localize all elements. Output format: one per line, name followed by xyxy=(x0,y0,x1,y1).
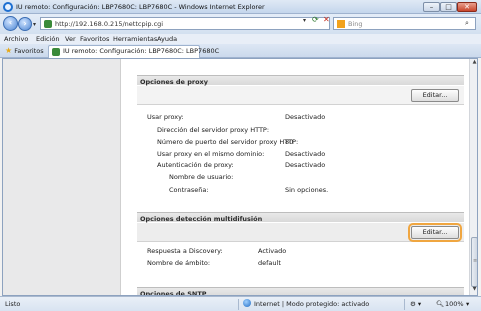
menu-bar: Archivo Edición Ver Favoritos Herramient… xyxy=(0,34,481,44)
menu-herramientas[interactable]: Herramientas xyxy=(113,35,157,43)
search-placeholder[interactable]: Bing xyxy=(348,20,363,28)
proxy-row-label: Dirección del servidor proxy HTTP: xyxy=(157,126,270,134)
search-box[interactable]: Bing ⌕ xyxy=(333,17,476,30)
status-divider xyxy=(238,299,239,310)
ie-logo-icon xyxy=(3,2,13,12)
multicast-row-label: Respuesta a Discovery: xyxy=(147,247,223,255)
status-bar: Listo Internet | Modo protegido: activad… xyxy=(0,296,481,311)
vertical-scrollbar[interactable]: ▲ ≡ ▼ xyxy=(469,59,478,295)
maximize-button[interactable]: □ xyxy=(440,2,457,12)
browser-content: Opciones de proxy Editar... Usar proxy: … xyxy=(2,58,478,296)
minimize-button[interactable]: – xyxy=(423,2,440,12)
multicast-section: Opciones detección multidifusión Editar.… xyxy=(137,212,464,272)
address-dropdown-icon[interactable]: ▾ xyxy=(303,17,306,24)
internet-zone-icon xyxy=(243,299,251,307)
status-divider xyxy=(404,299,405,310)
multicast-section-title: Opciones detección multidifusión xyxy=(137,212,464,223)
zoom-level[interactable]: 100% xyxy=(445,300,464,308)
multicast-edit-button[interactable]: Editar... xyxy=(408,223,462,242)
menu-favoritos[interactable]: Favoritos xyxy=(80,35,109,43)
favorites-label: Favoritos xyxy=(14,47,44,55)
multicast-toolbar: Editar... xyxy=(137,223,464,242)
proxy-row-value: 80 xyxy=(285,138,294,146)
menu-ayuda[interactable]: Ayuda xyxy=(157,35,177,43)
proxy-row-value: Sin opciones. xyxy=(285,186,329,194)
menu-edicion[interactable]: Edición xyxy=(36,35,60,43)
zoom-dropdown-icon[interactable]: ▾ xyxy=(466,300,469,308)
menu-ver[interactable]: Ver xyxy=(65,35,76,43)
tab-bar: ★ Favoritos IU remoto: Configuración: LB… xyxy=(0,44,481,58)
scrollbar-thumb[interactable]: ≡ xyxy=(471,237,478,287)
window-title: IU remoto: Configuración: LBP7680C: LBP7… xyxy=(16,3,265,11)
proxy-row-label: Número de puerto del servidor proxy HTTP… xyxy=(157,138,299,146)
proxy-row-value: Desactivado xyxy=(285,150,326,158)
proxy-section-title: Opciones de proxy xyxy=(137,75,464,86)
proxy-row-label: Nombre de usuario: xyxy=(169,173,234,181)
proxy-edit-button[interactable]: Editar... xyxy=(411,89,459,102)
scroll-up-icon[interactable]: ▲ xyxy=(470,59,477,68)
history-dropdown-icon[interactable]: ▾ xyxy=(33,21,36,28)
favorites-star-icon: ★ xyxy=(5,46,13,55)
security-zone[interactable]: Internet | Modo protegido: activado xyxy=(254,300,369,308)
navigation-bar: ‹ › ▾ http://192.168.0.215/nettcpip.cgi … xyxy=(0,14,481,34)
stop-icon[interactable]: ✕ xyxy=(323,15,330,24)
forward-button[interactable]: › xyxy=(18,17,32,31)
scroll-down-icon[interactable]: ▼ xyxy=(470,286,477,295)
tab-favicon-icon xyxy=(52,48,60,56)
proxy-row-value: Desactivado xyxy=(285,161,326,169)
proxy-row-label: Usar proxy: xyxy=(147,113,184,121)
page-favicon-icon xyxy=(44,20,52,28)
left-navigation-pane xyxy=(3,59,121,295)
zoom-icon[interactable]: 🔍︎ xyxy=(436,300,444,308)
tab-active[interactable]: IU remoto: Configuración: LBP7680C: LBP7… xyxy=(48,45,219,58)
tab-title: IU remoto: Configuración: LBP7680C: LBP7… xyxy=(63,47,220,55)
multicast-row-value: Activado xyxy=(258,247,287,255)
close-button[interactable]: ✕ xyxy=(457,2,477,12)
favorites-button[interactable]: ★ Favoritos xyxy=(2,46,47,56)
address-bar[interactable]: http://192.168.0.215/nettcpip.cgi xyxy=(40,17,330,30)
proxy-row-label: Contraseña: xyxy=(169,186,209,194)
title-bar: IU remoto: Configuración: LBP7680C: LBP7… xyxy=(0,0,481,14)
multicast-row-label: Nombre de ámbito: xyxy=(147,259,211,267)
status-text: Listo xyxy=(5,300,21,308)
proxy-section: Opciones de proxy Editar... Usar proxy: … xyxy=(137,75,464,200)
multicast-row-value: default xyxy=(258,259,281,267)
proxy-row-value: Desactivado xyxy=(285,113,326,121)
proxy-row-label: Autenticación de proxy: xyxy=(157,161,234,169)
back-button[interactable]: ‹ xyxy=(3,16,18,31)
main-pane: Opciones de proxy Editar... Usar proxy: … xyxy=(121,59,469,295)
address-url[interactable]: http://192.168.0.215/nettcpip.cgi xyxy=(55,20,163,28)
search-icon[interactable]: ⌕ xyxy=(465,19,469,28)
bing-logo-icon xyxy=(337,20,345,28)
proxy-toolbar: Editar... xyxy=(137,86,464,105)
sntp-section-title: Opciones de SNTP xyxy=(137,287,464,295)
refresh-icon[interactable]: ⟳ xyxy=(312,15,319,24)
page-settings-icon[interactable]: ⚙ ▾ xyxy=(410,300,421,308)
sntp-section: Opciones de SNTP xyxy=(137,287,464,295)
scroll-grip-icon: ≡ xyxy=(473,258,478,264)
proxy-row-label: Usar proxy en el mismo dominio: xyxy=(157,150,265,158)
menu-archivo[interactable]: Archivo xyxy=(4,35,28,43)
